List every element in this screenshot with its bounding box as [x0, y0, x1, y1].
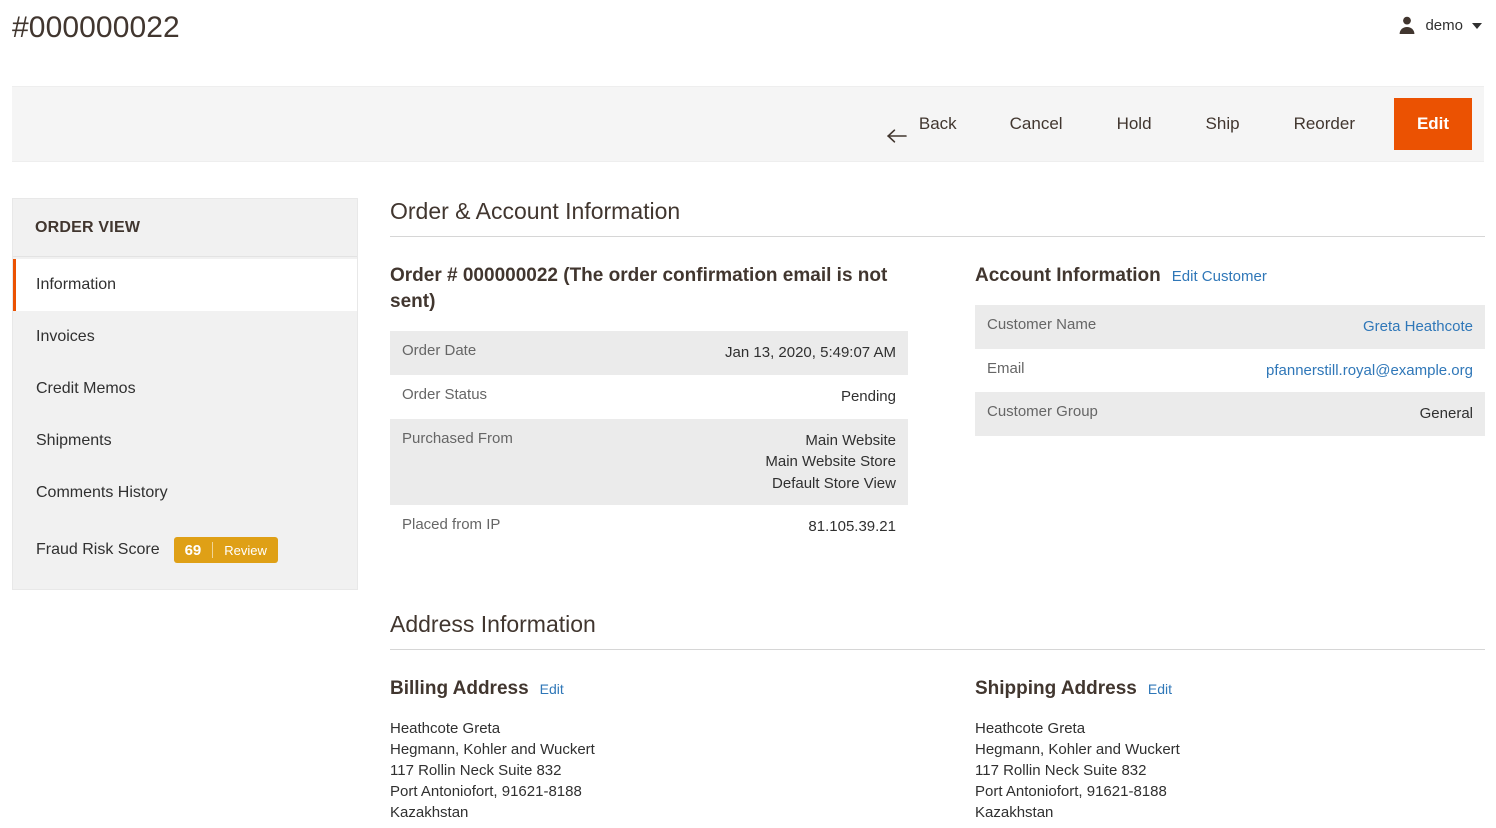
fraud-risk-score-value: 69	[184, 541, 202, 559]
purchased-from-label: Purchased From	[402, 429, 513, 447]
account-heading: Account Information	[975, 265, 1161, 286]
reorder-button[interactable]: Reorder	[1267, 101, 1382, 147]
address-line: Heathcote Greta	[975, 720, 1086, 738]
shipping-heading-row: Shipping Address Edit	[975, 676, 1485, 702]
page-actions-toolbar: Back Cancel Hold Ship Reorder Edit	[12, 86, 1484, 162]
fraud-risk-score-label: Fraud Risk Score	[36, 541, 160, 558]
sidebar-nav: Information Invoices Credit Memos Shipme…	[13, 257, 357, 579]
back-button-label: Back	[918, 114, 957, 133]
order-date-value: Jan 13, 2020, 5:49:07 AM	[725, 344, 896, 362]
sidebar-item-label: Comments History	[36, 484, 168, 501]
chevron-down-icon	[1472, 23, 1482, 29]
edit-customer-link[interactable]: Edit Customer	[1172, 268, 1267, 285]
account-heading-row: Account Information Edit Customer	[975, 263, 1485, 289]
user-menu[interactable]: demo	[1397, 15, 1482, 35]
email-value[interactable]: pfannerstill.royal@example.org	[1266, 362, 1473, 379]
sidebar-item-credit-memos[interactable]: Credit Memos	[13, 363, 357, 415]
address-line: 117 Rollin Neck Suite 832	[975, 762, 1147, 780]
table-row: Order Date Jan 13, 2020, 5:49:07 AM	[390, 331, 908, 376]
ship-button[interactable]: Ship	[1179, 101, 1267, 147]
customer-group-value: General	[1419, 405, 1473, 423]
email-label: Email	[987, 359, 1025, 377]
shipping-address-lines: Heathcote Greta Hegmann, Kohler and Wuck…	[975, 718, 1485, 823]
order-account-section-title: Order & Account Information	[390, 198, 1485, 237]
customer-name-value[interactable]: Greta Heathcote	[1363, 318, 1473, 335]
sidebar-item-label: Credit Memos	[36, 380, 136, 397]
account-information-table: Customer Name Greta Heathcote Email pfan…	[975, 305, 1485, 436]
address-line: Port Antoniofort, 91621-8188	[390, 783, 582, 801]
order-status-value: Pending	[840, 388, 896, 406]
order-status-label: Order Status	[402, 386, 488, 404]
address-line: Kazakhstan	[390, 804, 469, 822]
billing-address-heading: Billing Address	[390, 678, 529, 699]
sidebar-item-label: Shipments	[36, 432, 112, 449]
order-heading: Order # 000000022 (The order confirmatio…	[390, 265, 888, 313]
cancel-button[interactable]: Cancel	[983, 101, 1090, 147]
table-row: Placed from IP 81.105.39.21	[390, 505, 908, 549]
customer-group-label: Customer Group	[987, 403, 1098, 421]
address-line: Heathcote Greta	[390, 720, 501, 738]
edit-shipping-address-link[interactable]: Edit	[1148, 681, 1172, 697]
placed-from-ip-label: Placed from IP	[402, 516, 501, 534]
fraud-risk-score-row: Fraud Risk Score 69 Review	[13, 519, 357, 579]
order-account-columns: Order # 000000022 (The order confirmatio…	[390, 263, 1485, 549]
hold-button[interactable]: Hold	[1090, 101, 1179, 147]
sidebar-item-comments-history[interactable]: Comments History	[13, 467, 357, 519]
table-row: Customer Name Greta Heathcote	[975, 305, 1485, 349]
address-line: Hegmann, Kohler and Wuckert	[390, 741, 595, 759]
table-row: Order Status Pending	[390, 375, 908, 419]
user-menu-label: demo	[1425, 16, 1463, 34]
shipping-address-block: Shipping Address Edit Heathcote Greta He…	[975, 676, 1485, 823]
address-line: Port Antoniofort, 91621-8188	[975, 783, 1167, 801]
fraud-risk-score-badge[interactable]: 69 Review	[173, 537, 278, 563]
page-title: #000000022	[12, 11, 180, 44]
address-line: Hegmann, Kohler and Wuckert	[975, 741, 1180, 759]
edit-billing-address-link[interactable]: Edit	[540, 681, 564, 697]
arrow-left-icon	[886, 116, 908, 143]
sidebar-item-shipments[interactable]: Shipments	[13, 415, 357, 467]
main-content: Order & Account Information Order # 0000…	[390, 198, 1485, 823]
page-header: #000000022 demo	[0, 0, 1496, 62]
sidebar-item-information[interactable]: Information	[13, 259, 357, 311]
order-view-sidebar: ORDER VIEW Information Invoices Credit M…	[12, 198, 358, 590]
account-information-block: Account Information Edit Customer Custom…	[975, 263, 1485, 549]
address-columns: Billing Address Edit Heathcote Greta Heg…	[390, 676, 1485, 823]
billing-heading-row: Billing Address Edit	[390, 676, 908, 702]
edit-button[interactable]: Edit	[1394, 98, 1472, 150]
address-section-title: Address Information	[390, 611, 1485, 650]
placed-from-ip-value: 81.105.39.21	[808, 518, 896, 536]
sidebar-item-label: Information	[36, 276, 117, 293]
purchased-from-value: Main Website Main Website Store Default …	[765, 431, 896, 492]
sidebar-item-label: Invoices	[36, 328, 95, 345]
order-information-table: Order Date Jan 13, 2020, 5:49:07 AM Orde…	[390, 331, 908, 549]
shipping-address-heading: Shipping Address	[975, 678, 1137, 699]
address-line: 117 Rollin Neck Suite 832	[390, 762, 562, 780]
order-date-label: Order Date	[402, 342, 477, 360]
back-button[interactable]: Back	[866, 101, 983, 147]
table-row: Customer Group General	[975, 392, 1485, 436]
sidebar-item-invoices[interactable]: Invoices	[13, 311, 357, 363]
address-line: Kazakhstan	[975, 804, 1054, 822]
billing-address-block: Billing Address Edit Heathcote Greta Heg…	[390, 676, 908, 823]
customer-name-label: Customer Name	[987, 316, 1097, 334]
user-icon	[1397, 15, 1417, 35]
page-body: ORDER VIEW Information Invoices Credit M…	[0, 198, 1496, 828]
table-row: Purchased From Main Website Main Website…	[390, 418, 908, 506]
billing-address-lines: Heathcote Greta Hegmann, Kohler and Wuck…	[390, 718, 908, 823]
fraud-review-link[interactable]: Review	[213, 543, 278, 558]
table-row: Email pfannerstill.royal@example.org	[975, 348, 1485, 393]
sidebar-title: ORDER VIEW	[13, 199, 357, 257]
order-information-block: Order # 000000022 (The order confirmatio…	[390, 263, 908, 549]
